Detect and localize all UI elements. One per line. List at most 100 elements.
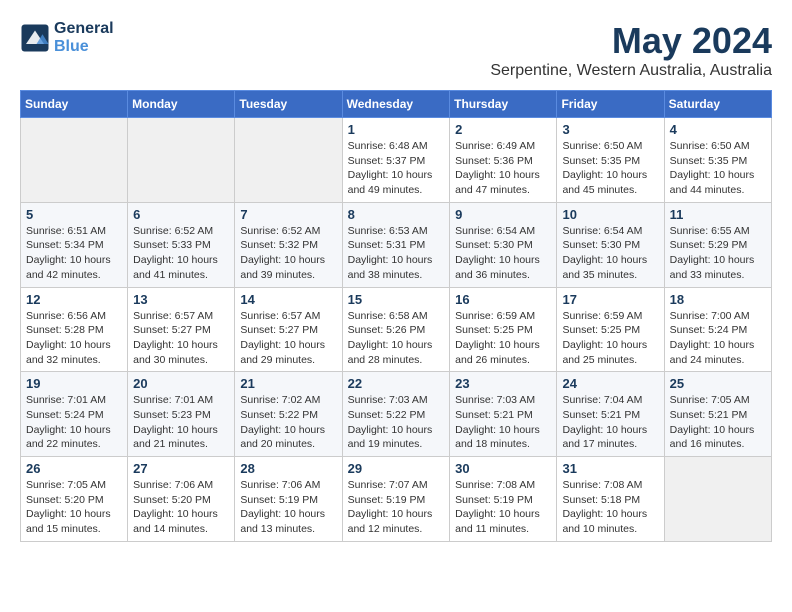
- month-title: May 2024: [490, 20, 772, 62]
- calendar-cell: 10 Sunrise: 6:54 AMSunset: 5:30 PMDayligh…: [557, 202, 664, 287]
- calendar-cell: 11 Sunrise: 6:55 AMSunset: 5:29 PMDayligh…: [664, 202, 771, 287]
- day-info: Sunrise: 7:07 AMSunset: 5:19 PMDaylight:…: [348, 478, 445, 537]
- calendar-cell: 5 Sunrise: 6:51 AMSunset: 5:34 PMDaylight…: [21, 202, 128, 287]
- calendar-cell: 1Sunrise: 6:48 AMSunset: 5:37 PMDaylight…: [342, 118, 450, 203]
- day-number: 31: [562, 461, 658, 476]
- logo: General Blue: [20, 20, 114, 56]
- day-info: Sunrise: 6:58 AMSunset: 5:26 PMDaylight:…: [348, 309, 445, 368]
- day-number: 30: [455, 461, 551, 476]
- calendar-cell: 14 Sunrise: 6:57 AMSunset: 5:27 PMDayligh…: [235, 287, 342, 372]
- day-number: 6: [133, 207, 229, 222]
- calendar-cell: 3 Sunrise: 6:50 AMSunset: 5:35 PMDaylight…: [557, 118, 664, 203]
- day-info: Sunrise: 6:52 AMSunset: 5:33 PMDaylight:…: [133, 224, 229, 283]
- day-info: Sunrise: 7:00 AMSunset: 5:24 PMDaylight:…: [670, 309, 766, 368]
- day-number: 14: [240, 292, 336, 307]
- day-info: Sunrise: 7:03 AMSunset: 5:22 PMDaylight:…: [348, 393, 445, 452]
- calendar-cell: 18 Sunrise: 7:00 AMSunset: 5:24 PMDayligh…: [664, 287, 771, 372]
- day-number: 11: [670, 207, 766, 222]
- calendar-cell: [235, 118, 342, 203]
- day-number: 26: [26, 461, 122, 476]
- day-number: 25: [670, 376, 766, 391]
- calendar-cell: 2 Sunrise: 6:49 AMSunset: 5:36 PMDaylight…: [450, 118, 557, 203]
- logo-icon: [20, 23, 50, 53]
- calendar-week-2: 5 Sunrise: 6:51 AMSunset: 5:34 PMDaylight…: [21, 202, 772, 287]
- day-info: Sunrise: 6:49 AMSunset: 5:36 PMDaylight:…: [455, 139, 551, 198]
- day-info: Sunrise: 6:59 AMSunset: 5:25 PMDaylight:…: [562, 309, 658, 368]
- day-info: Sunrise: 7:06 AMSunset: 5:20 PMDaylight:…: [133, 478, 229, 537]
- day-info: Sunrise: 6:59 AMSunset: 5:25 PMDaylight:…: [455, 309, 551, 368]
- day-info: Sunrise: 6:54 AMSunset: 5:30 PMDaylight:…: [455, 224, 551, 283]
- day-info: Sunrise: 6:54 AMSunset: 5:30 PMDaylight:…: [562, 224, 658, 283]
- day-info: Sunrise: 6:56 AMSunset: 5:28 PMDaylight:…: [26, 309, 122, 368]
- day-info: Sunrise: 6:53 AMSunset: 5:31 PMDaylight:…: [348, 224, 445, 283]
- calendar-table: SundayMondayTuesdayWednesdayThursdayFrid…: [20, 90, 772, 542]
- day-info: Sunrise: 6:57 AMSunset: 5:27 PMDaylight:…: [240, 309, 336, 368]
- day-info: Sunrise: 7:03 AMSunset: 5:21 PMDaylight:…: [455, 393, 551, 452]
- day-info: Sunrise: 6:50 AMSunset: 5:35 PMDaylight:…: [562, 139, 658, 198]
- calendar-cell: 23 Sunrise: 7:03 AMSunset: 5:21 PMDayligh…: [450, 372, 557, 457]
- calendar-cell: 22Sunrise: 7:03 AMSunset: 5:22 PMDayligh…: [342, 372, 450, 457]
- day-number: 29: [348, 461, 445, 476]
- day-number: 10: [562, 207, 658, 222]
- day-number: 15: [348, 292, 445, 307]
- calendar-cell: 13 Sunrise: 6:57 AMSunset: 5:27 PMDayligh…: [128, 287, 235, 372]
- day-number: 27: [133, 461, 229, 476]
- calendar-cell: 26Sunrise: 7:05 AMSunset: 5:20 PMDayligh…: [21, 457, 128, 542]
- day-info: Sunrise: 6:52 AMSunset: 5:32 PMDaylight:…: [240, 224, 336, 283]
- calendar-cell: 27 Sunrise: 7:06 AMSunset: 5:20 PMDayligh…: [128, 457, 235, 542]
- calendar-cell: 28 Sunrise: 7:06 AMSunset: 5:19 PMDayligh…: [235, 457, 342, 542]
- calendar-cell: 21Sunrise: 7:02 AMSunset: 5:22 PMDayligh…: [235, 372, 342, 457]
- calendar-cell: 8 Sunrise: 6:53 AMSunset: 5:31 PMDaylight…: [342, 202, 450, 287]
- day-number: 5: [26, 207, 122, 222]
- calendar-header: SundayMondayTuesdayWednesdayThursdayFrid…: [21, 91, 772, 118]
- calendar-week-5: 26Sunrise: 7:05 AMSunset: 5:20 PMDayligh…: [21, 457, 772, 542]
- calendar-cell: 12 Sunrise: 6:56 AMSunset: 5:28 PMDayligh…: [21, 287, 128, 372]
- calendar-cell: 30 Sunrise: 7:08 AMSunset: 5:19 PMDayligh…: [450, 457, 557, 542]
- day-number: 9: [455, 207, 551, 222]
- calendar-cell: 20Sunrise: 7:01 AMSunset: 5:23 PMDayligh…: [128, 372, 235, 457]
- logo-text: General Blue: [54, 20, 114, 56]
- calendar-cell: 29 Sunrise: 7:07 AMSunset: 5:19 PMDayligh…: [342, 457, 450, 542]
- day-info: Sunrise: 7:05 AMSunset: 5:21 PMDaylight:…: [670, 393, 766, 452]
- day-info: Sunrise: 7:01 AMSunset: 5:24 PMDaylight:…: [26, 393, 122, 452]
- calendar-cell: 19Sunrise: 7:01 AMSunset: 5:24 PMDayligh…: [21, 372, 128, 457]
- day-info: Sunrise: 6:51 AMSunset: 5:34 PMDaylight:…: [26, 224, 122, 283]
- day-number: 18: [670, 292, 766, 307]
- calendar-cell: 15 Sunrise: 6:58 AMSunset: 5:26 PMDayligh…: [342, 287, 450, 372]
- location-title: Serpentine, Western Australia, Australia: [490, 62, 772, 80]
- calendar-cell: 7Sunrise: 6:52 AMSunset: 5:32 PMDaylight…: [235, 202, 342, 287]
- weekday-header-sunday: Sunday: [21, 91, 128, 118]
- calendar-cell: 9 Sunrise: 6:54 AMSunset: 5:30 PMDaylight…: [450, 202, 557, 287]
- day-number: 23: [455, 376, 551, 391]
- day-number: 16: [455, 292, 551, 307]
- calendar-cell: 17Sunrise: 6:59 AMSunset: 5:25 PMDayligh…: [557, 287, 664, 372]
- day-number: 12: [26, 292, 122, 307]
- weekday-header-wednesday: Wednesday: [342, 91, 450, 118]
- day-number: 28: [240, 461, 336, 476]
- calendar-cell: 24Sunrise: 7:04 AMSunset: 5:21 PMDayligh…: [557, 372, 664, 457]
- day-info: Sunrise: 6:55 AMSunset: 5:29 PMDaylight:…: [670, 224, 766, 283]
- day-info: Sunrise: 7:08 AMSunset: 5:19 PMDaylight:…: [455, 478, 551, 537]
- title-area: May 2024 Serpentine, Western Australia, …: [490, 20, 772, 80]
- day-number: 8: [348, 207, 445, 222]
- day-info: Sunrise: 6:57 AMSunset: 5:27 PMDaylight:…: [133, 309, 229, 368]
- calendar-week-4: 19Sunrise: 7:01 AMSunset: 5:24 PMDayligh…: [21, 372, 772, 457]
- weekday-header-thursday: Thursday: [450, 91, 557, 118]
- day-info: Sunrise: 6:50 AMSunset: 5:35 PMDaylight:…: [670, 139, 766, 198]
- header: General Blue May 2024 Serpentine, Wester…: [20, 20, 772, 80]
- day-info: Sunrise: 7:08 AMSunset: 5:18 PMDaylight:…: [562, 478, 658, 537]
- calendar-cell: [21, 118, 128, 203]
- day-info: Sunrise: 7:06 AMSunset: 5:19 PMDaylight:…: [240, 478, 336, 537]
- day-number: 20: [133, 376, 229, 391]
- calendar-cell: 16 Sunrise: 6:59 AMSunset: 5:25 PMDayligh…: [450, 287, 557, 372]
- day-info: Sunrise: 6:48 AMSunset: 5:37 PMDaylight:…: [348, 139, 445, 198]
- day-info: Sunrise: 7:02 AMSunset: 5:22 PMDaylight:…: [240, 393, 336, 452]
- calendar-cell: 6 Sunrise: 6:52 AMSunset: 5:33 PMDaylight…: [128, 202, 235, 287]
- calendar-week-3: 12 Sunrise: 6:56 AMSunset: 5:28 PMDayligh…: [21, 287, 772, 372]
- day-number: 13: [133, 292, 229, 307]
- weekday-header-friday: Friday: [557, 91, 664, 118]
- day-number: 2: [455, 122, 551, 137]
- weekday-header-monday: Monday: [128, 91, 235, 118]
- day-number: 4: [670, 122, 766, 137]
- day-number: 3: [562, 122, 658, 137]
